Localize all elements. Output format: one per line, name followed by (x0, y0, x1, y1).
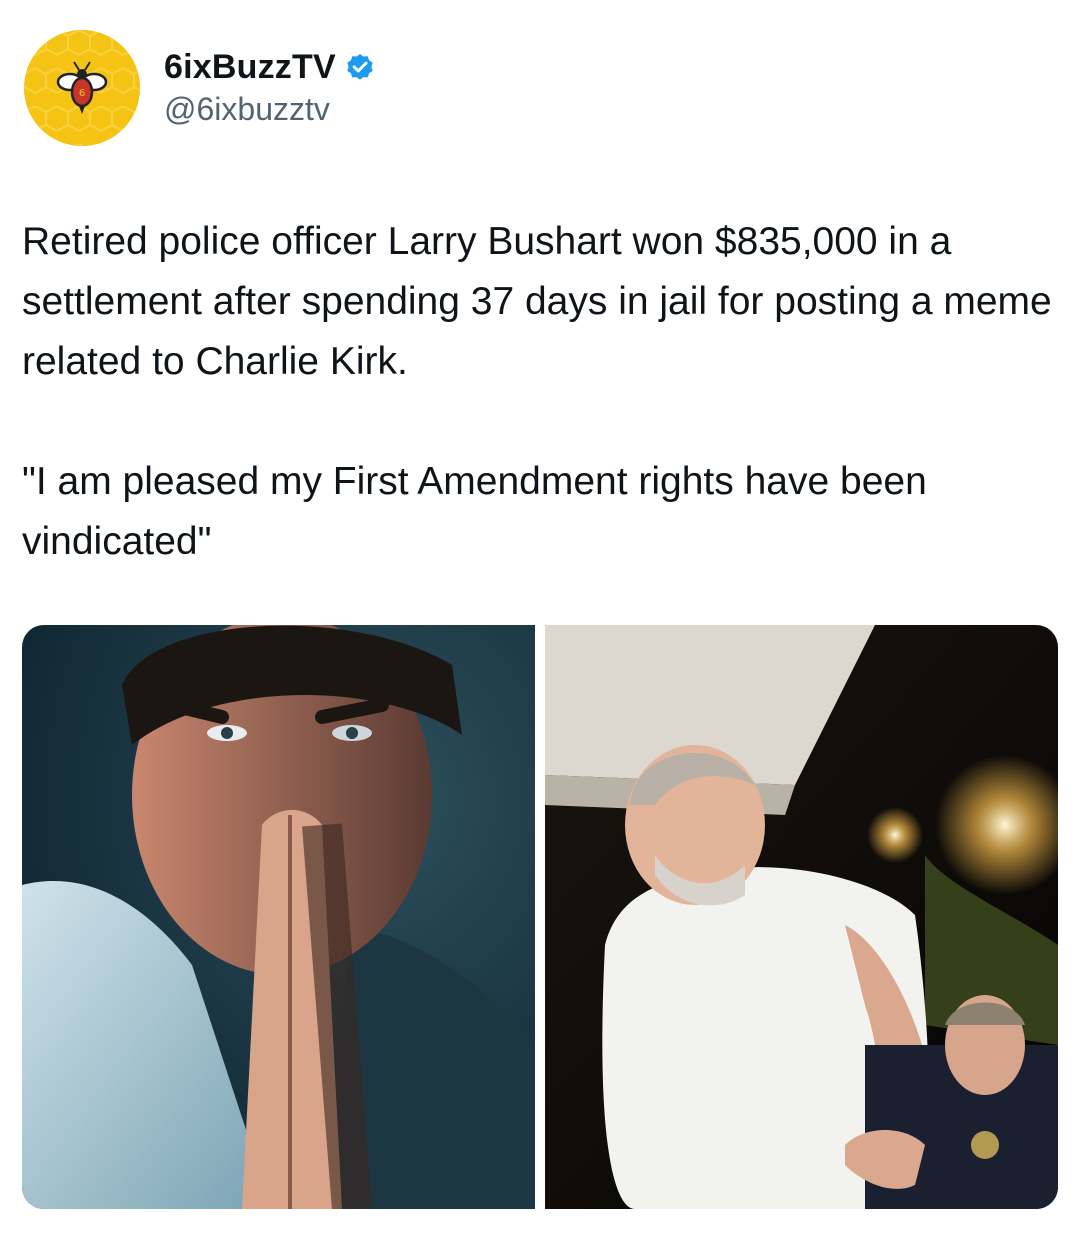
tweet-media (22, 625, 1058, 1209)
tweet-header: 6 6ixBuzzTV @6ixbuzztv (24, 28, 376, 148)
author-handle[interactable]: @6ixbuzztv (164, 91, 376, 128)
photo-left-man-praying[interactable] (22, 625, 535, 1209)
tweet-quote: "I am pleased my First Amendment rights … (22, 460, 927, 563)
photo-right-arrest[interactable] (545, 625, 1058, 1209)
author-display-name[interactable]: 6ixBuzzTV (164, 48, 336, 87)
tweet-body: Retired police officer Larry Bushart won… (22, 212, 1062, 572)
svg-text:6: 6 (79, 88, 85, 99)
verified-badge-icon (347, 53, 373, 80)
tweet-paragraph: Retired police officer Larry Bushart won… (22, 220, 1052, 383)
author-avatar[interactable]: 6 (24, 30, 140, 146)
bee-logo-icon: 6 (24, 30, 140, 146)
